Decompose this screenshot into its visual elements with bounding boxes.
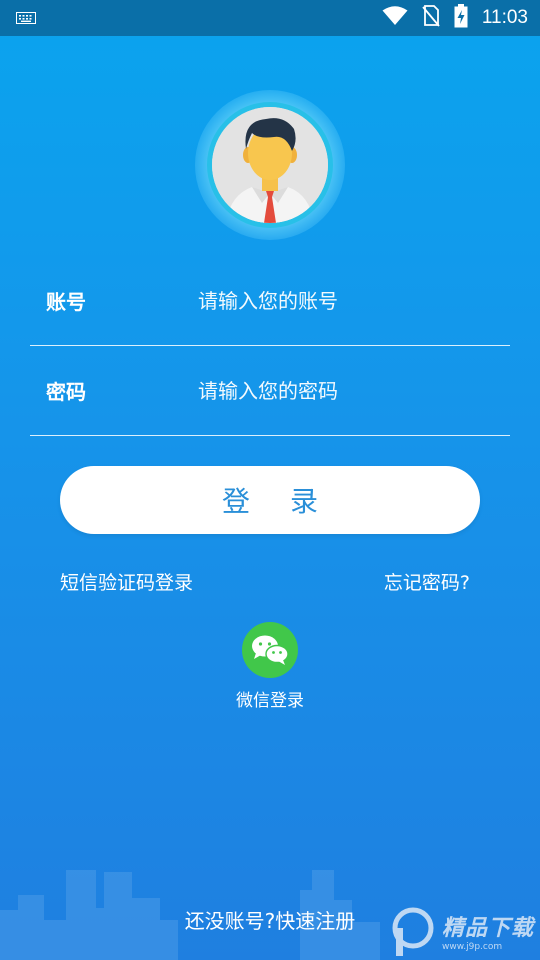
battery-charging-icon [454, 4, 468, 32]
no-sim-icon [422, 5, 440, 31]
watermark-text: 精品下载 www.j9p.com [442, 910, 534, 952]
forgot-password-link[interactable]: 忘记密码? [384, 568, 470, 595]
avatar-ring [207, 102, 333, 228]
status-bar: 11:03 [0, 0, 540, 36]
status-time: 11:03 [481, 7, 528, 28]
user-avatar-icon [212, 107, 328, 223]
wechat-login-button[interactable]: 微信登录 [220, 622, 320, 711]
watermark-brand: 精品下载 [441, 916, 534, 941]
watermark-url: www.j9p.com [441, 942, 503, 952]
avatar [212, 107, 328, 223]
sms-login-link[interactable]: 短信验证码登录 [60, 568, 193, 595]
account-input[interactable] [198, 288, 510, 313]
brand-logo-icon [392, 907, 434, 956]
password-label: 密码 [46, 380, 86, 404]
avatar-glow [195, 90, 345, 240]
password-field: 密码 [30, 346, 510, 436]
keyboard-icon [16, 9, 36, 28]
wechat-login-label[interactable]: 微信登录 [236, 686, 304, 711]
login-button[interactable]: 登录 [60, 466, 480, 534]
password-input[interactable] [198, 378, 510, 403]
watermark: 精品下载 www.j9p.com [390, 906, 534, 956]
wifi-icon [382, 6, 408, 30]
wechat-icon[interactable] [242, 622, 298, 678]
status-icons: 11:03 [382, 4, 528, 32]
account-label: 账号 [46, 290, 86, 314]
account-field: 账号 [30, 256, 510, 346]
